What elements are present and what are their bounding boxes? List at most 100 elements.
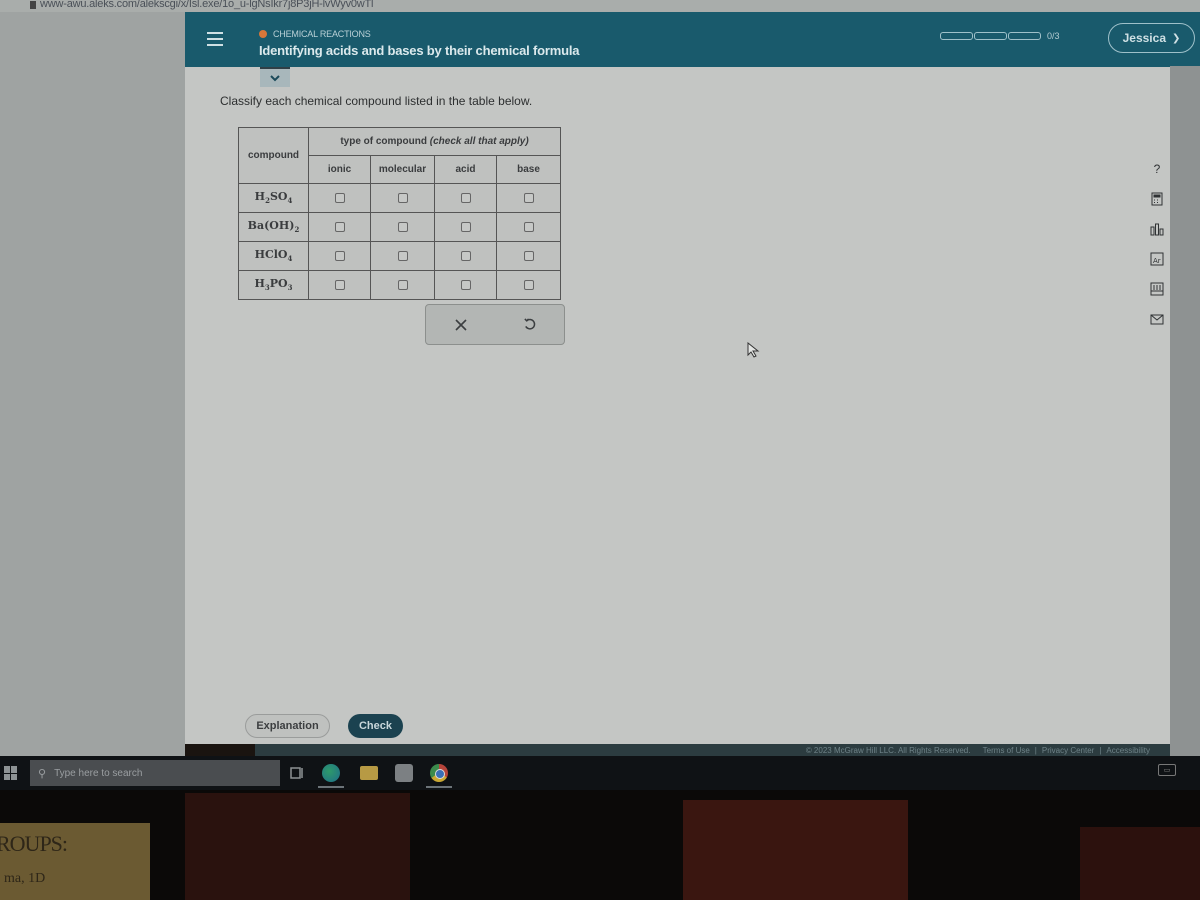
desk-object (185, 793, 410, 900)
logo-pane (11, 773, 17, 780)
base-cell (496, 183, 561, 213)
ionic-checkbox[interactable] (334, 279, 345, 290)
edge-browser-icon[interactable] (322, 764, 340, 782)
browser-url-bar[interactable]: www-awu.aleks.com/alekscgi/x/Isl.exe/1o_… (0, 0, 1200, 12)
logo-pane (4, 766, 10, 773)
formula-subscript: 4 (287, 254, 293, 264)
acid-cell (434, 212, 497, 242)
user-name: Jessica (1122, 31, 1166, 45)
base-checkbox[interactable] (523, 192, 534, 203)
side-toolbar: ? Ar (1148, 160, 1172, 340)
ionic-cell (308, 270, 371, 300)
acid-checkbox[interactable] (460, 250, 471, 261)
data-analysis-button[interactable] (1148, 220, 1166, 238)
logo-pane (11, 766, 17, 773)
periodic-table-button[interactable]: Ar (1148, 250, 1166, 268)
question-panel: Classify each chemical compound listed i… (185, 67, 1170, 744)
acid-checkbox[interactable] (460, 279, 471, 290)
footer-divider: | (1099, 745, 1102, 755)
ionic-checkbox[interactable] (334, 221, 345, 232)
note-line: ROUPS: (0, 831, 68, 856)
x-icon (454, 318, 467, 331)
molecular-checkbox[interactable] (397, 221, 408, 232)
molecular-checkbox[interactable] (397, 192, 408, 203)
windows-start-icon[interactable] (4, 766, 18, 780)
user-menu-button[interactable]: Jessica ❯ (1108, 23, 1195, 53)
formula-subscript: 3 (287, 283, 293, 293)
acid-cell (434, 241, 497, 271)
formula-subscript: 2 (294, 225, 300, 235)
copyright-text: © 2023 McGraw Hill LLC. All Rights Reser… (805, 745, 971, 755)
topic-label: CHEMICAL REACTIONS (259, 29, 371, 39)
ionic-checkbox[interactable] (334, 250, 345, 261)
privacy-center-link[interactable]: Privacy Center (1042, 746, 1094, 755)
desk-background (0, 790, 1200, 900)
messages-button[interactable] (1148, 310, 1166, 328)
menu-line (207, 32, 223, 34)
terms-of-use-link[interactable]: Terms of Use (983, 746, 1030, 755)
file-explorer-icon[interactable] (360, 766, 378, 780)
base-checkbox[interactable] (523, 221, 534, 232)
taskbar-search-input[interactable]: ⚲ Type here to search (30, 760, 280, 786)
explanation-button[interactable]: Explanation (245, 714, 330, 738)
page-footer: © 2023 McGraw Hill LLC. All Rights Reser… (255, 744, 1170, 756)
base-cell (496, 241, 561, 271)
base-checkbox[interactable] (523, 250, 534, 261)
molecular-checkbox[interactable] (397, 279, 408, 290)
acid-checkbox[interactable] (460, 192, 471, 203)
url-text[interactable]: www-awu.aleks.com/alekscgi/x/Isl.exe/1o_… (40, 0, 374, 10)
ionic-checkbox[interactable] (334, 192, 345, 203)
svg-text:Ar: Ar (1153, 257, 1161, 265)
acid-checkbox[interactable] (460, 221, 471, 232)
molecular-column-header: molecular (370, 155, 435, 184)
chart-icon (1150, 223, 1164, 236)
microsoft-store-icon[interactable] (395, 764, 413, 782)
paper-note: ROUPS: ma, 1D (0, 823, 150, 900)
message-icon (1150, 314, 1164, 325)
collapse-toggle-button[interactable] (260, 67, 290, 87)
footer-spacer (975, 746, 977, 755)
menu-line (207, 38, 223, 40)
page-margin-right (1170, 66, 1200, 756)
base-cell (496, 212, 561, 242)
acid-cell (434, 270, 497, 300)
compound-formula: Ba(OH)2 (238, 212, 309, 242)
hamburger-menu-button[interactable] (207, 32, 223, 46)
compound-formula: H2SO4 (238, 183, 309, 213)
molecular-cell (370, 241, 435, 271)
topic-status-dot-icon (259, 30, 267, 38)
acid-column-header: acid (434, 155, 497, 184)
progress-count: 0/3 (1047, 31, 1060, 41)
reset-answer-button[interactable] (515, 310, 545, 340)
table-row: H2SO4 (238, 183, 561, 213)
progress-segment (940, 32, 973, 40)
logo-pane (4, 773, 10, 780)
accessibility-link[interactable]: Accessibility (1106, 746, 1150, 755)
formula-text: PO (269, 277, 288, 291)
molecular-cell (370, 270, 435, 300)
mouse-cursor-icon (747, 342, 760, 358)
page-title: Identifying acids and bases by their che… (259, 43, 580, 58)
menu-line (207, 44, 223, 46)
type-column-header: type of compound (check all that apply) (308, 127, 561, 156)
help-button[interactable]: ? (1148, 160, 1166, 178)
textbook-button[interactable] (1148, 280, 1166, 298)
footer-divider: | (1034, 745, 1037, 755)
molecular-checkbox[interactable] (397, 250, 408, 261)
classification-table: compound type of compound (check all tha… (238, 127, 561, 300)
task-view-icon[interactable] (288, 764, 306, 782)
page-margin-left (0, 12, 185, 757)
base-checkbox[interactable] (523, 279, 534, 290)
running-indicator (318, 786, 344, 788)
notification-tray-icon[interactable]: ▭ (1158, 764, 1176, 776)
clear-answer-button[interactable] (446, 310, 476, 340)
calculator-button[interactable] (1148, 190, 1166, 208)
chrome-browser-icon[interactable] (430, 764, 448, 782)
answer-actions (425, 304, 565, 345)
undo-icon (524, 318, 536, 330)
table-row: Ba(OH)2 (238, 212, 561, 242)
textbook-icon (1150, 282, 1164, 296)
ionic-cell (308, 183, 371, 213)
ionic-cell (308, 241, 371, 271)
check-button[interactable]: Check (348, 714, 403, 738)
